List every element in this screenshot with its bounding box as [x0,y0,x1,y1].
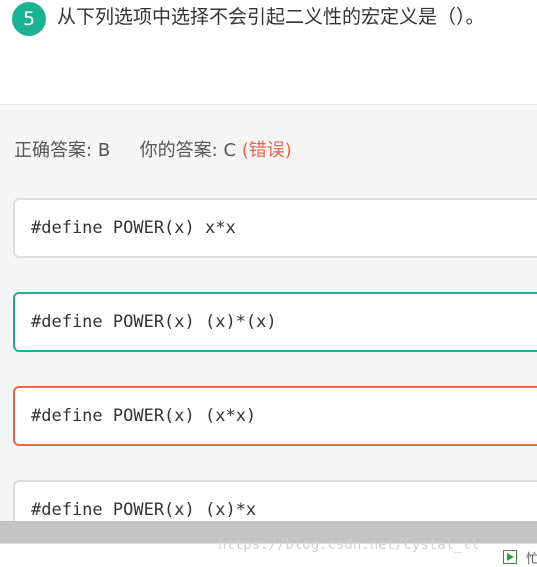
watermark: https://blog.csdn.net/Cystal_ll [218,537,480,553]
your-answer-value: C [223,140,237,161]
question-text: 从下列选项中选择不会引起二义性的宏定义是（）。 [57,6,485,28]
option-d-code: #define POWER(x) (x)*x [31,500,257,520]
play-icon[interactable] [503,550,517,564]
result-status: (错误) [241,140,292,161]
option-a[interactable]: #define POWER(x) x*x [13,198,537,258]
answer-summary: 正确答案: B 你的答案: C (错误) [14,138,292,164]
taskbar-edge-text: 忙 [526,552,537,567]
option-c-code: #define POWER(x) (x*x) [31,406,257,426]
correct-answer-value: B [97,140,111,161]
answer-area: 正确答案: B 你的答案: C (错误) #define POWER(x) x*… [0,105,537,540]
question-header: 5 从下列选项中选择不会引起二义性的宏定义是（）。 [0,0,537,104]
option-b-code: #define POWER(x) (x)*(x) [31,312,277,332]
option-a-code: #define POWER(x) x*x [31,218,236,238]
your-answer-label: 你的答案: [139,140,218,161]
correct-answer-label: 正确答案: [14,140,93,161]
question-number-badge: 5 [12,2,46,36]
option-b[interactable]: #define POWER(x) (x)*(x) [13,292,537,352]
option-c[interactable]: #define POWER(x) (x*x) [13,386,537,446]
